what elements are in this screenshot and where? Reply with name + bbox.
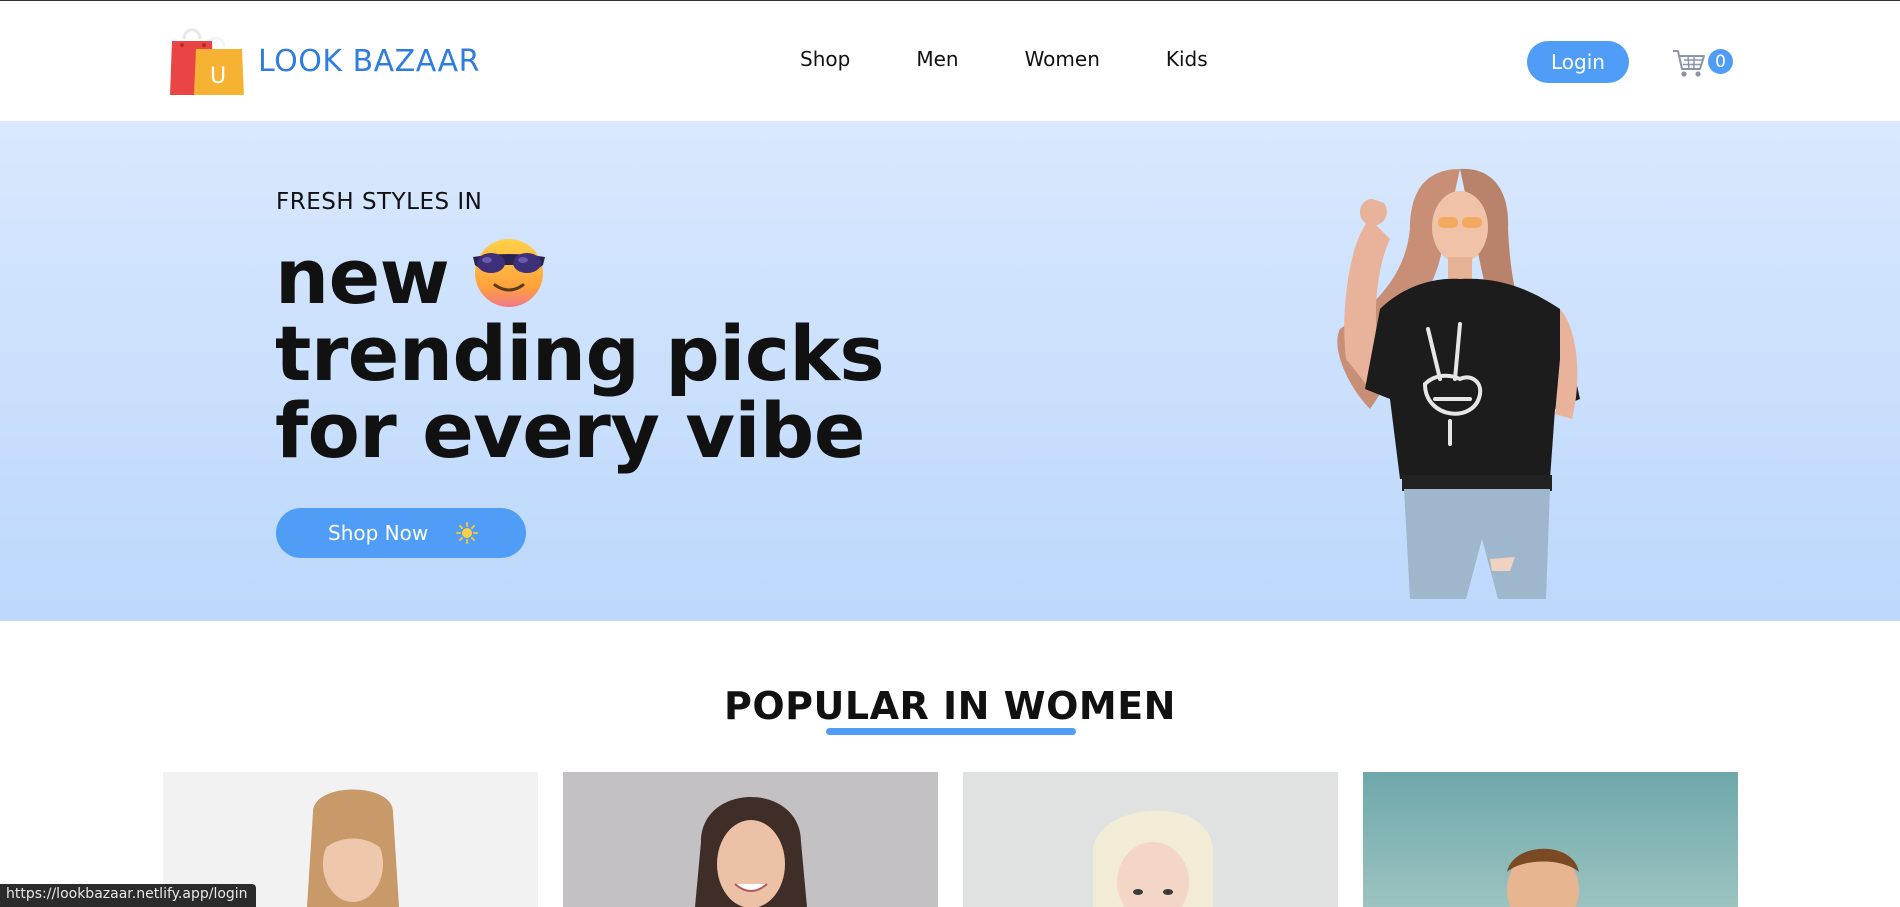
login-button[interactable]: Login — [1527, 41, 1629, 83]
site-header: U LOOK BAZAAR Shop Men Women Kids Login … — [0, 1, 1900, 121]
hero-title-word-new: new — [275, 232, 450, 321]
brand-logo-link[interactable]: U LOOK BAZAAR — [170, 25, 480, 97]
main-nav: Shop Men Women Kids — [800, 47, 1208, 71]
product-grid — [163, 772, 1738, 907]
shopping-bag-logo-icon: U — [170, 25, 246, 97]
section-title: POPULAR IN WOMEN — [724, 684, 1176, 728]
logo-bag-letter: U — [210, 64, 226, 89]
brand-name: LOOK BAZAAR — [258, 43, 480, 79]
sunglasses-emoji-icon — [469, 233, 549, 309]
cart-count-badge: 0 — [1708, 49, 1733, 74]
hero-title-line-3: for every vibe — [275, 386, 865, 475]
nav-item-kids[interactable]: Kids — [1166, 47, 1208, 71]
section-title-underline — [826, 728, 1076, 735]
hero-model-image — [1310, 159, 1600, 599]
sun-emoji-icon — [456, 522, 479, 544]
cart-icon[interactable] — [1672, 47, 1706, 79]
nav-item-women[interactable]: Women — [1025, 47, 1100, 71]
product-card[interactable] — [963, 772, 1338, 907]
nav-item-men[interactable]: Men — [916, 47, 958, 71]
product-card[interactable] — [563, 772, 938, 907]
hero-banner: FRESH STYLES IN new trending picks for e… — [0, 121, 1900, 621]
nav-item-shop[interactable]: Shop — [800, 47, 850, 71]
hero-title-line-2: trending picks — [275, 309, 885, 398]
status-bar-url: https://lookbazaar.netlify.app/login — [0, 884, 256, 907]
hero-eyebrow: FRESH STYLES IN — [276, 189, 483, 215]
product-card[interactable] — [1363, 772, 1738, 907]
shop-now-button[interactable]: Shop Now — [276, 508, 526, 558]
hero-title: new trending picks for every vibe — [275, 233, 885, 475]
hero-title-line-1: new — [275, 233, 884, 315]
shop-now-label: Shop Now — [328, 521, 429, 545]
